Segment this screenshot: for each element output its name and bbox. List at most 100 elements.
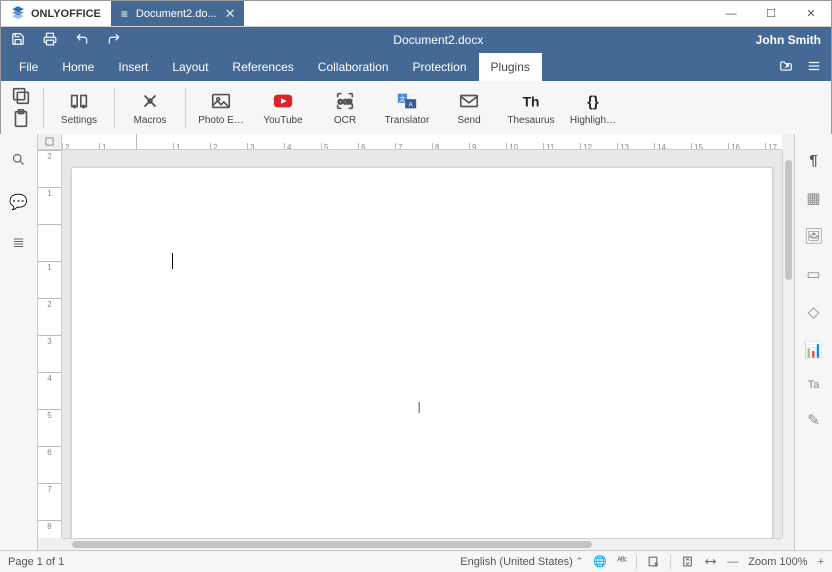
send-label: Send [457,115,480,126]
save-button[interactable] [11,32,25,49]
horizontal-scrollbar[interactable] [62,538,782,550]
close-icon: ✕ [806,7,815,20]
photo-editor-icon [210,90,232,112]
window-minimize-button[interactable]: — [711,1,751,26]
ocr-button[interactable]: OCR OCR [316,84,374,132]
fit-page-icon[interactable] [681,555,694,568]
onlyoffice-icon [11,5,25,22]
more-icon[interactable] [807,59,821,76]
settings-icon [68,90,90,112]
topbar: Document2.docx John Smith [1,27,831,53]
horizontal-ruler[interactable]: 21123456789101112131415161718 [62,134,782,150]
svg-text:A: A [409,101,414,108]
zoom-in-button[interactable]: + [818,556,824,568]
translator-icon: 文A [396,90,418,112]
document-tab-label: Document2.do... [136,8,217,20]
scroll-corner [782,538,794,550]
image-settings-icon[interactable]: 🖼 [804,227,823,245]
macros-icon [139,90,161,112]
menu-references[interactable]: References [220,53,305,81]
zoom-out-button[interactable]: — [727,556,738,568]
photo-editor-button[interactable]: Photo E… [192,84,250,132]
svg-text:文: 文 [399,94,406,103]
plugins-ribbon: Settings Macros Photo E… YouTube OCR OCR… [1,81,831,135]
menubar-right [779,53,831,81]
copy-button[interactable] [5,84,37,132]
statusbar: Page 1 of 1 English (United States) ⌃ 🌐 … [0,550,832,572]
undo-button[interactable] [75,32,89,49]
macros-button[interactable]: Macros [121,84,179,132]
track-changes-icon[interactable] [647,555,660,568]
quick-access-toolbar [11,32,121,49]
menu-protection[interactable]: Protection [401,53,479,81]
maximize-icon: ☐ [766,7,776,20]
comments-icon[interactable]: 💬 [9,193,28,211]
user-name[interactable]: John Smith [756,33,821,47]
ribbon-sep [43,88,44,128]
header-footer-icon[interactable]: ▭ [806,265,820,283]
highlight-icon: {} [582,90,604,112]
spellcheck-icon[interactable]: ᴬᴮᶜ [617,556,626,567]
signature-settings-icon[interactable]: ✎ [807,411,820,429]
paragraph-settings-icon[interactable]: ¶ [809,152,817,169]
document-area: 21123456789101112131415161718 2112345678… [38,134,794,550]
document-tab[interactable]: ≡ Document2.do... ✕ [111,1,244,26]
vertical-scroll-thumb[interactable] [785,160,792,280]
open-location-icon[interactable] [779,59,793,76]
paste-icon [10,108,32,130]
highlight-label: Highligh… [570,115,616,126]
titlebar-spacer [244,1,711,26]
document-tab-icon: ≡ [121,7,128,21]
zoom-level[interactable]: Zoom 100% [748,556,807,568]
tab-close-icon[interactable]: ✕ [225,6,236,22]
search-icon[interactable] [11,152,26,171]
youtube-label: YouTube [263,115,302,126]
translator-label: Translator [385,115,430,126]
window-close-button[interactable]: ✕ [791,1,831,26]
photo-editor-label: Photo E… [198,115,244,126]
canvas-area[interactable]: I [62,150,782,538]
textart-settings-icon[interactable]: Ta [808,379,820,391]
redo-button[interactable] [107,32,121,49]
thesaurus-button[interactable]: Th Thesaurus [502,84,560,132]
text-cursor [172,253,173,269]
menu-collaboration[interactable]: Collaboration [306,53,401,81]
vertical-ruler[interactable]: 2112345678910 [38,150,62,538]
horizontal-scroll-thumb[interactable] [72,541,592,548]
menu-file[interactable]: File [7,53,50,81]
titlebar: ONLYOFFICE ≡ Document2.do... ✕ — ☐ ✕ [1,1,831,27]
menu-home[interactable]: Home [50,53,106,81]
menu-layout[interactable]: Layout [160,53,220,81]
language-selector[interactable]: English (United States) ⌃ [460,556,583,568]
print-button[interactable] [43,32,57,49]
fit-width-icon[interactable] [704,555,717,568]
highlight-button[interactable]: {} Highligh… [564,84,622,132]
settings-button[interactable]: Settings [50,84,108,132]
translator-button[interactable]: 文A Translator [378,84,436,132]
youtube-button[interactable]: YouTube [254,84,312,132]
status-sep [636,555,637,569]
left-panel: 💬 ≣ [0,134,38,550]
copy-icon [10,85,32,107]
ocr-label: OCR [334,115,356,126]
ribbon-sep [185,88,186,128]
set-language-icon[interactable]: 🌐 [593,555,607,568]
workspace: 💬 ≣ 21123456789101112131415161718 211234… [0,134,832,550]
menu-insert[interactable]: Insert [106,53,160,81]
status-sep [670,555,671,569]
language-label: English (United States) [460,556,573,568]
ruler-corner [38,134,62,150]
table-settings-icon[interactable]: ▦ [806,189,820,207]
document-page[interactable]: I [72,168,772,538]
window-maximize-button[interactable]: ☐ [751,1,791,26]
chart-settings-icon[interactable]: 📊 [804,341,823,359]
page-indicator[interactable]: Page 1 of 1 [8,556,64,568]
vertical-scrollbar[interactable] [782,150,794,538]
send-button[interactable]: Send [440,84,498,132]
right-panel: ¶ ▦ 🖼 ▭ ◇ 📊 Ta ✎ [794,134,832,550]
menu-plugins[interactable]: Plugins [479,53,542,81]
headings-icon[interactable]: ≣ [12,233,25,251]
ocr-icon: OCR [334,90,356,112]
shape-settings-icon[interactable]: ◇ [808,303,820,321]
thesaurus-icon: Th [520,90,542,112]
